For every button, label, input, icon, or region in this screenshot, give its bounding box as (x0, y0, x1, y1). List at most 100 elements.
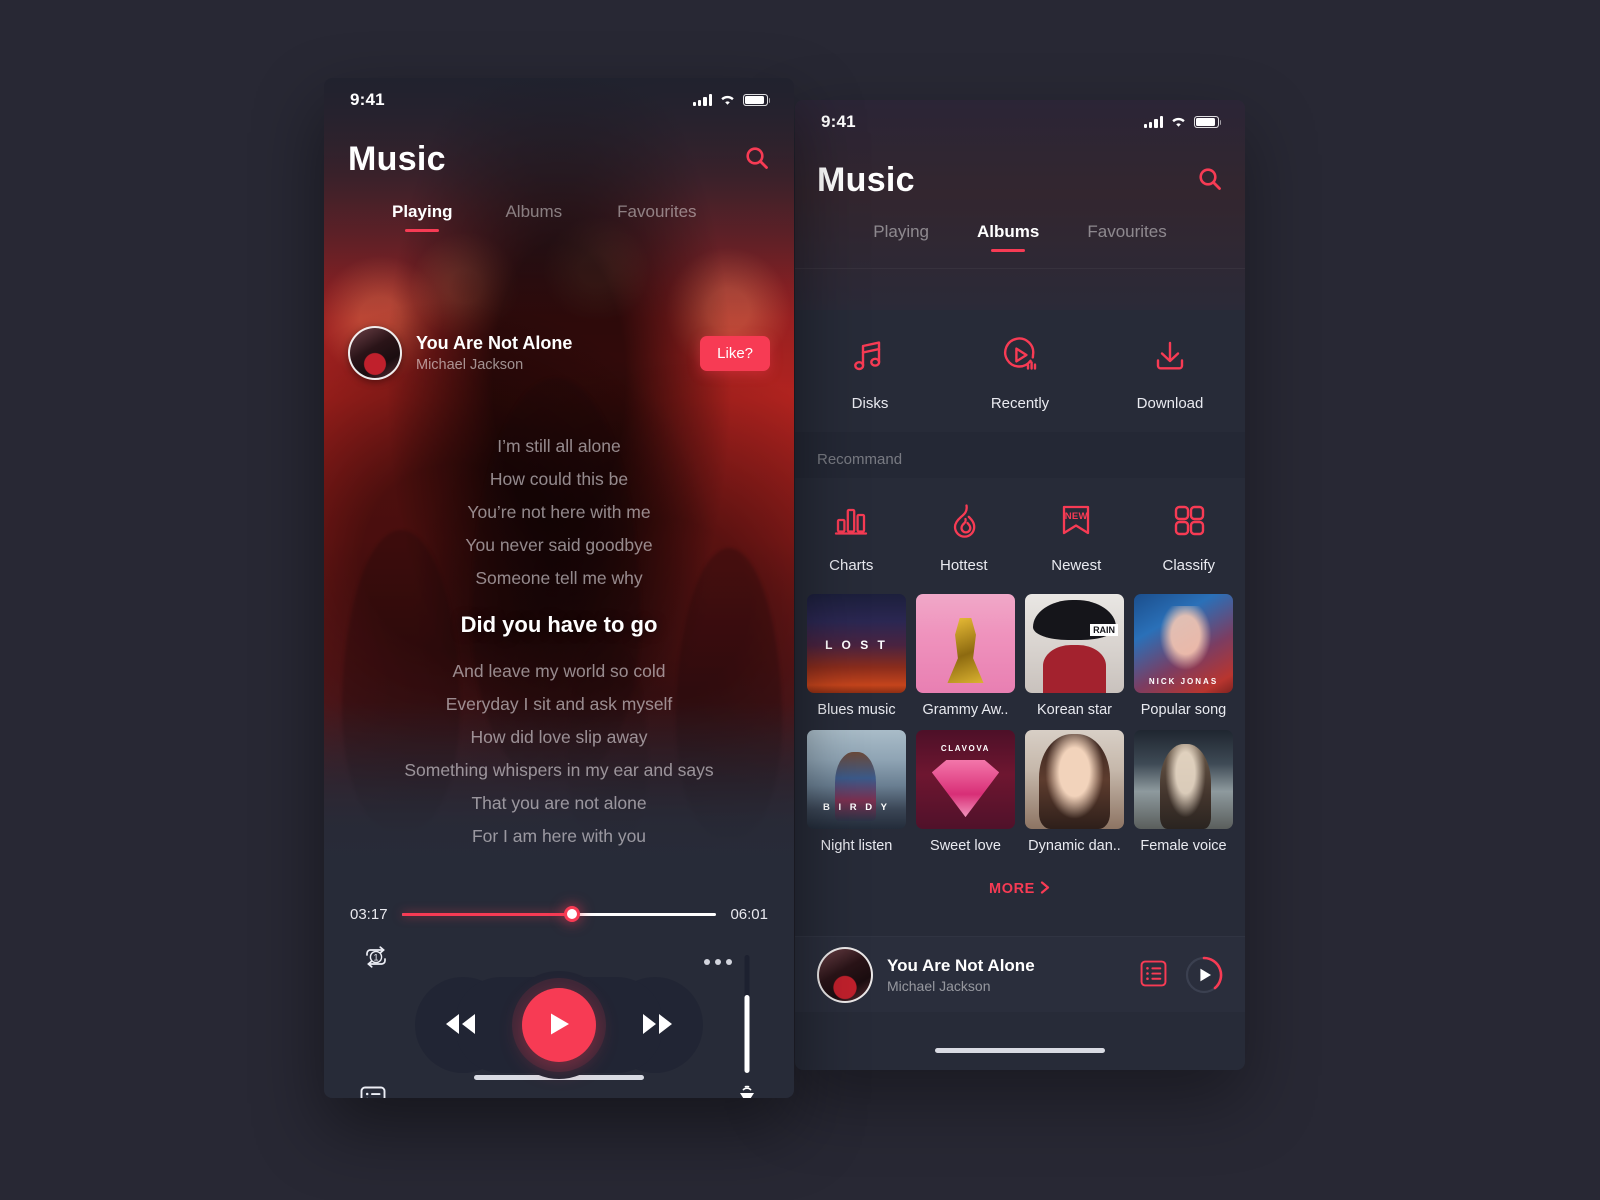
song-artist: Michael Jackson (416, 357, 524, 373)
album-card[interactable]: Grammy Aw.. (916, 594, 1015, 718)
mini-player[interactable]: You Are Not Alone Michael Jackson (795, 936, 1245, 1012)
category-label: Newest (1051, 557, 1102, 574)
lyric-line: You never said goodbye (465, 535, 653, 555)
album-label: Blues music (817, 702, 896, 718)
album-card[interactable]: RAIN Korean star (1025, 594, 1124, 718)
queue-list-button[interactable] (360, 1086, 386, 1098)
tab-favourites[interactable]: Favourites (617, 196, 696, 232)
volume-slider[interactable] (736, 955, 758, 1098)
mini-queue-button[interactable] (1136, 956, 1171, 994)
tab-bar-right: Playing Albums Favourites (795, 216, 1245, 254)
search-icon (1197, 166, 1223, 195)
category-label: Charts (829, 557, 874, 574)
album-card[interactable]: Female voice (1134, 730, 1233, 854)
repeat-one-button[interactable]: 1 (362, 945, 390, 974)
screenshot-canvas: 9:41 Music Playing Albums Favourites You… (0, 0, 1600, 1200)
quick-action-label: Download (1136, 395, 1204, 412)
album-card[interactable]: B I R D Y Night listen (807, 730, 906, 854)
category-charts[interactable]: Charts (795, 500, 908, 574)
album-label: Dynamic dan.. (1028, 838, 1121, 854)
app-header: Music Playing Albums Favourites (324, 122, 794, 233)
album-label: Korean star (1037, 702, 1112, 718)
tab-albums[interactable]: Albums (505, 196, 562, 232)
category-classify[interactable]: Classify (1133, 500, 1246, 574)
album-card[interactable]: Dynamic dan.. (1025, 730, 1124, 854)
status-time: 9:41 (350, 90, 385, 109)
recently-played-icon (998, 334, 1042, 383)
tab-bar: Playing Albums Favourites (324, 196, 794, 233)
mini-song-artist: Michael Jackson (887, 977, 991, 994)
player-controls: 03:17 06:01 1 (324, 878, 794, 1098)
category-label: Classify (1162, 557, 1215, 574)
album-artwork: L O S T (807, 594, 906, 693)
quick-action-download[interactable]: Download (1095, 334, 1245, 412)
search-button[interactable] (744, 145, 770, 174)
grid-icon (1169, 500, 1209, 545)
song-title: You Are Not Alone (416, 333, 573, 353)
quick-action-label: Recently (990, 395, 1050, 412)
tab-albums[interactable]: Albums (977, 216, 1040, 253)
more-options-button[interactable] (704, 959, 732, 965)
more-label: MORE (989, 881, 1035, 897)
tab-playing[interactable]: Playing (873, 216, 929, 252)
now-playing-row[interactable]: You Are Not Alone Michael Jackson Like? (324, 306, 794, 380)
play-icon (545, 1009, 573, 1042)
quick-action-recently[interactable]: Recently (945, 334, 1095, 412)
album-art-text: L O S T (825, 637, 888, 652)
mini-play-button[interactable] (1185, 956, 1223, 994)
tab-albums-label: Albums (977, 222, 1040, 241)
lyric-line: Someone tell me why (475, 568, 643, 588)
lyric-line: I’m still all alone (497, 436, 621, 456)
album-art-portrait (1155, 605, 1216, 676)
tab-playing-label: Playing (873, 222, 930, 241)
category-row: Charts Hottest NEW Newest Classify (795, 478, 1245, 592)
tab-favourites-label: Favourites (1087, 222, 1167, 241)
tab-favourites-label: Favourites (617, 202, 697, 221)
album-art-figure (947, 617, 984, 684)
home-indicator[interactable] (935, 1047, 1105, 1053)
quick-action-label: Disks (851, 395, 889, 412)
previous-button[interactable] (434, 1004, 486, 1047)
album-art-text: RAIN (1090, 623, 1119, 636)
category-newest[interactable]: NEW Newest (1020, 500, 1133, 574)
album-artwork (916, 594, 1015, 693)
more-dots-icon (704, 959, 732, 965)
album-label: Popular song (1140, 702, 1227, 718)
album-artwork (1134, 730, 1233, 829)
seek-knob[interactable] (563, 906, 580, 923)
search-button[interactable] (1197, 166, 1223, 195)
play-button[interactable] (522, 988, 596, 1062)
lyrics-panel[interactable]: I’m still all alone How could this be Yo… (324, 430, 794, 853)
volume-icon[interactable] (735, 1084, 759, 1098)
lyric-line: For I am here with you (471, 826, 647, 846)
playlist-icon (360, 1086, 386, 1098)
lyric-line: You’re not here with me (467, 502, 651, 522)
album-card[interactable]: L O S T Blues music (807, 594, 906, 718)
seek-fill (401, 912, 572, 917)
tab-active-indicator (405, 229, 440, 233)
next-button[interactable] (632, 1004, 684, 1047)
tab-playing[interactable]: Playing (392, 196, 452, 233)
more-button[interactable]: MORE (989, 880, 1051, 898)
recommend-section-band: Recommand (795, 432, 1245, 478)
like-button[interactable]: Like? (700, 335, 770, 371)
battery-icon (743, 94, 771, 106)
album-card[interactable]: CLAVOVA Sweet love (916, 730, 1015, 854)
cellular-bars-icon (692, 94, 712, 106)
album-art-diamond (931, 759, 1000, 818)
seek-slider[interactable] (401, 906, 717, 923)
album-card[interactable]: NICK JONAS Popular song (1134, 594, 1233, 718)
repeat-one-icon: 1 (362, 945, 390, 974)
mini-player-meta: You Are Not Alone Michael Jackson (887, 956, 1122, 994)
category-hottest[interactable]: Hottest (908, 500, 1021, 574)
category-label: Hottest (939, 557, 988, 574)
tab-favourites[interactable]: Favourites (1087, 216, 1166, 252)
more-row: MORE (795, 854, 1245, 918)
fast-forward-icon (638, 1010, 678, 1041)
quick-actions-row: Disks Recently Download (795, 310, 1245, 432)
album-art-text: NICK JONAS (1148, 677, 1219, 687)
volume-track (744, 955, 750, 1073)
transport-area: 1 (324, 931, 794, 1098)
quick-action-disks[interactable]: Disks (795, 334, 945, 412)
wifi-icon (1170, 116, 1187, 128)
